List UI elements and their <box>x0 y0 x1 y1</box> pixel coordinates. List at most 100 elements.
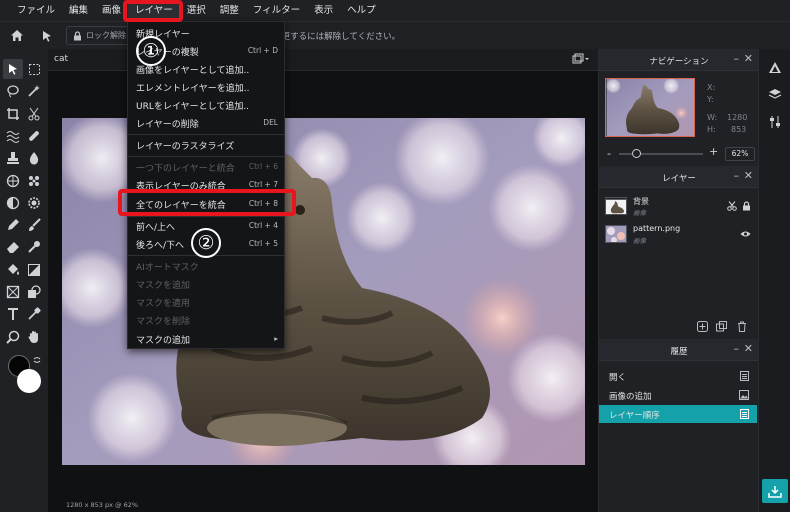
heal-tool-icon[interactable] <box>24 126 44 146</box>
menu-item-delete-layer[interactable]: レイヤーの削除 DEL <box>128 114 284 132</box>
lock-label: ロック解除 <box>86 31 126 40</box>
eyedropper-icon[interactable] <box>24 304 44 324</box>
menu-select[interactable]: 選択 <box>180 0 213 21</box>
layers-panel-header: レイヤー – ✕ <box>599 166 759 188</box>
nav-y-label: Y: <box>707 95 714 104</box>
menu-item-add-mask[interactable]: マスクを追加 <box>128 275 284 293</box>
menu-file[interactable]: ファイル <box>10 0 62 21</box>
crop-tool-icon[interactable] <box>3 104 23 124</box>
layer-row-background[interactable]: 背景 画像 <box>599 193 759 221</box>
menu-bar: ファイル 編集 画像 レイヤー 選択 調整 フィルター 表示 ヘルプ <box>0 0 790 21</box>
menu-item-ai-automask[interactable]: AIオートマスク <box>128 257 284 275</box>
submenu-arrow-icon: ▸ <box>274 334 278 343</box>
document-icon <box>740 409 749 422</box>
blur-drop-icon[interactable] <box>24 148 44 168</box>
magic-wand-icon[interactable] <box>24 81 44 101</box>
lock-icon[interactable] <box>742 201 751 214</box>
download-icon <box>768 485 782 498</box>
home-icon[interactable] <box>4 23 30 49</box>
shape-tool-icon[interactable] <box>24 282 44 302</box>
layer-thumbnail <box>605 225 627 243</box>
gradient-tool-icon[interactable] <box>24 260 44 280</box>
layers-stack-icon[interactable] <box>768 88 782 103</box>
sponge-tool-icon[interactable] <box>24 171 44 191</box>
brush-tool-icon[interactable] <box>24 215 44 235</box>
menu-item-rasterize-layer[interactable]: レイヤーのラスタライズ <box>128 136 284 154</box>
history-item-layer-order[interactable]: レイヤー順序 <box>599 405 757 423</box>
minimize-icon[interactable]: – <box>734 169 740 182</box>
frame-tool-icon[interactable] <box>3 282 23 302</box>
zoom-input[interactable]: 62% <box>725 147 755 161</box>
eraser-tool-icon[interactable] <box>3 237 23 257</box>
dodge-tool-icon[interactable] <box>3 193 23 213</box>
text-tool-icon[interactable] <box>3 304 23 324</box>
layer-name: pattern.png <box>633 224 681 233</box>
layer-type: 画像 <box>633 237 646 245</box>
layer-dropdown-menu: 新規レイヤー レイヤーの複製 Ctrl + D 画像をレイヤーとして追加.. エレ… <box>127 21 285 349</box>
menu-item-delete-mask[interactable]: マスクを削除 <box>128 311 284 329</box>
layer-type: 画像 <box>633 209 646 217</box>
zoom-out-icon[interactable]: - <box>607 147 611 160</box>
image-icon <box>739 390 749 403</box>
scissors-icon[interactable] <box>727 201 737 214</box>
menu-item-mask-submenu[interactable]: マスクの追加 ▸ <box>128 330 284 348</box>
menu-item-merge-down[interactable]: 一つ下のレイヤーと統合 Ctrl + 6 <box>128 158 284 176</box>
history-item-add-image[interactable]: 画像の追加 <box>599 386 757 404</box>
menu-separator <box>128 134 284 135</box>
zoom-slider-handle[interactable] <box>631 149 641 158</box>
menu-edit[interactable]: 編集 <box>62 0 95 21</box>
liquify-tool-icon[interactable] <box>3 126 23 146</box>
cut-tool-icon[interactable] <box>24 104 44 124</box>
step-2-badge: ② <box>191 228 221 258</box>
stamp-tool-icon[interactable] <box>3 148 23 168</box>
replace-color-icon[interactable] <box>24 237 44 257</box>
nav-h-label: H: <box>707 125 716 134</box>
history-panel-header: 履歴 – ✕ <box>599 339 759 361</box>
panel-toggle-strip <box>758 49 790 512</box>
triangle-tool-icon[interactable] <box>768 61 782 77</box>
menu-view[interactable]: 表示 <box>307 0 340 21</box>
history-item-open[interactable]: 開く <box>599 367 757 385</box>
tool-palette <box>0 49 48 512</box>
fill-bucket-icon[interactable] <box>3 260 23 280</box>
add-layer-icon[interactable] <box>697 321 708 335</box>
burn-tool-icon[interactable] <box>24 193 44 213</box>
close-icon[interactable]: ✕ <box>744 342 753 355</box>
hand-tool-icon[interactable] <box>24 327 44 347</box>
download-button[interactable] <box>762 479 788 503</box>
move-cursor-icon[interactable] <box>34 23 60 49</box>
nav-w-value: 1280 <box>727 113 748 122</box>
minimize-icon[interactable]: – <box>734 342 740 355</box>
zoom-tool-icon[interactable] <box>3 327 23 347</box>
lock-toggle-button[interactable]: ロック解除 <box>66 26 133 45</box>
menu-item-add-url-as-layer[interactable]: URLをレイヤーとして追加.. <box>128 96 284 114</box>
document-tab[interactable]: cat <box>54 54 68 64</box>
zoom-in-icon[interactable]: + <box>709 145 718 158</box>
nav-h-value: 853 <box>731 125 747 134</box>
swap-colors-icon[interactable] <box>32 355 42 368</box>
pattern-tool-icon[interactable] <box>3 171 23 191</box>
duplicate-layer-icon[interactable] <box>716 321 727 335</box>
menu-adjust[interactable]: 調整 <box>213 0 246 21</box>
eye-icon[interactable] <box>740 230 751 241</box>
close-icon[interactable]: ✕ <box>744 169 753 182</box>
menu-item-apply-mask[interactable]: マスクを適用 <box>128 293 284 311</box>
menu-item-add-element-layer[interactable]: エレメントレイヤーを追加.. <box>128 78 284 96</box>
pen-tool-icon[interactable] <box>3 215 23 235</box>
menu-filter[interactable]: フィルター <box>246 0 307 21</box>
window-mode-icon[interactable] <box>572 53 590 68</box>
highlight-layer-menu <box>123 0 183 22</box>
background-color-swatch[interactable] <box>17 369 41 393</box>
navigation-thumbnail[interactable] <box>605 78 695 137</box>
nav-x-label: X: <box>707 83 716 92</box>
menu-help[interactable]: ヘルプ <box>340 0 383 21</box>
select-tool-icon[interactable] <box>3 59 23 79</box>
minimize-icon[interactable]: – <box>734 52 740 65</box>
status-bar: 1280 x 853 px @ 62% <box>66 501 139 509</box>
close-icon[interactable]: ✕ <box>744 52 753 65</box>
lasso-tool-icon[interactable] <box>3 81 23 101</box>
marquee-tool-icon[interactable] <box>24 59 44 79</box>
layer-row-pattern[interactable]: pattern.png 画像 <box>599 221 759 249</box>
delete-layer-icon[interactable] <box>737 321 747 335</box>
adjustments-icon[interactable] <box>768 115 782 132</box>
